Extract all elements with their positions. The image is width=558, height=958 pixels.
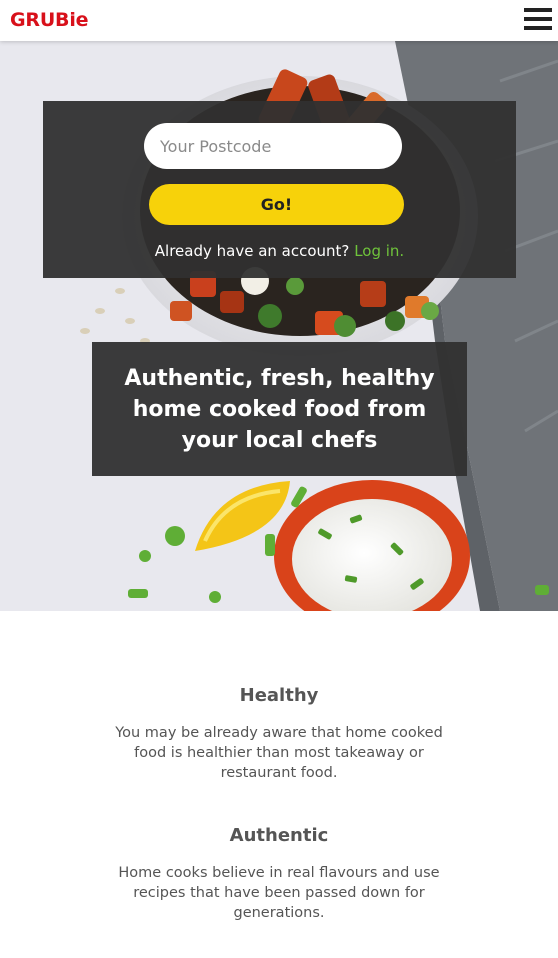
postcode-search-panel: Go! Already have an account? Log in. [43,101,516,278]
feature-healthy: Healthy You may be already aware that ho… [0,685,558,783]
feature-description: You may be already aware that home cooke… [115,725,443,781]
feature-description: Home cooks believe in real flavours and … [118,865,440,921]
top-navigation-bar: GRUBie [0,0,558,41]
grubie-logo[interactable]: GRUBie [10,9,89,31]
postcode-input[interactable] [144,123,402,169]
go-button[interactable]: Go! [149,184,404,225]
menu-bar-bottom [524,26,552,30]
tagline-panel: Authentic, fresh, healthy home cooked fo… [92,342,467,476]
hero-tagline: Authentic, fresh, healthy home cooked fo… [124,365,435,453]
menu-bar-top [524,8,552,12]
menu-bar-middle [524,17,552,21]
feature-authentic: Authentic Home cooks believe in real fla… [0,825,558,923]
hamburger-menu-icon[interactable] [524,6,552,32]
hero-section: Go! Already have an account? Log in. Aut… [0,41,558,611]
login-prompt: Already have an account? Log in. [43,242,516,260]
login-link[interactable]: Log in. [354,242,404,260]
feature-title: Authentic [229,825,329,846]
account-prompt-text: Already have an account? [154,242,350,260]
feature-title: Healthy [239,685,319,706]
